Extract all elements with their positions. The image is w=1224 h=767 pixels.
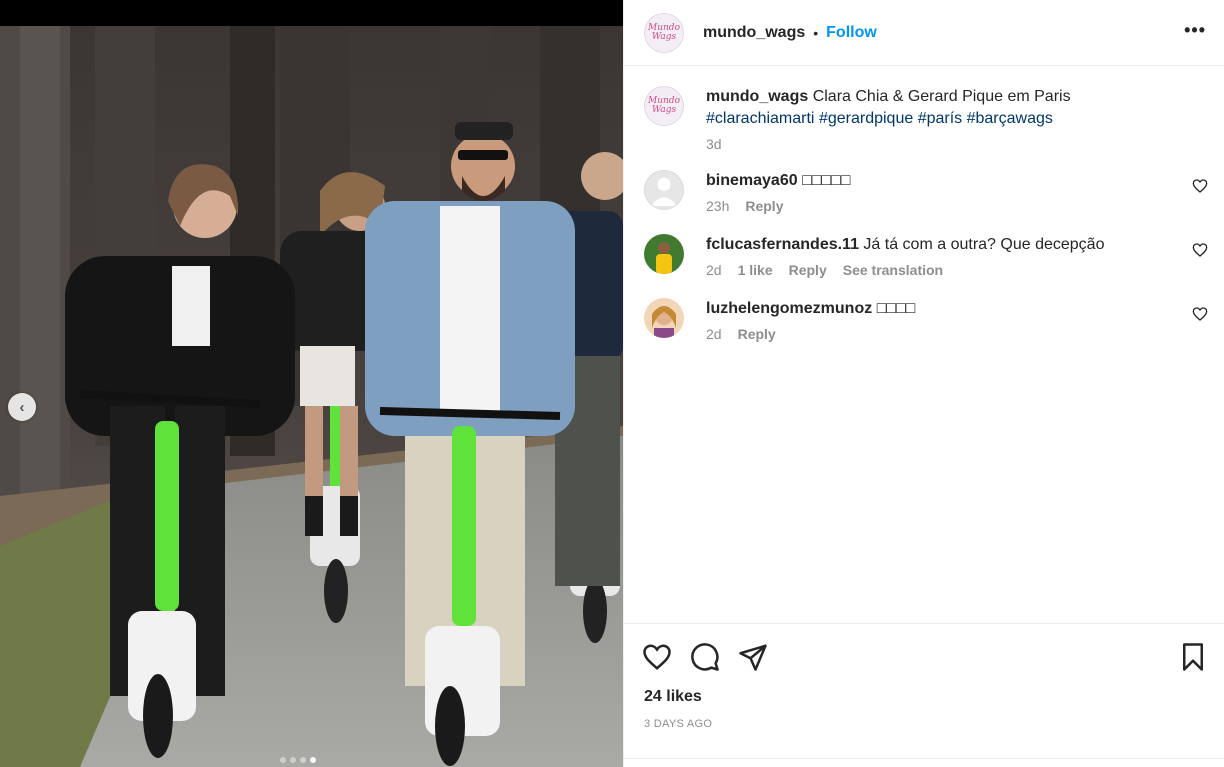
post-actions: 24 likes 3 DAYS AGO xyxy=(624,623,1224,767)
reply-button[interactable]: Reply xyxy=(789,262,827,278)
user-photo-icon xyxy=(644,234,684,274)
comment-body: binemaya60 □□□□□ 23h Reply xyxy=(706,170,1208,214)
post-side-panel: Mundo Wags mundo_wags • Follow ••• Mundo… xyxy=(623,0,1224,767)
comment-likes-count[interactable]: 1 like xyxy=(738,262,773,278)
comment-item: luzhelengomezmunoz □□□□ 2d Reply xyxy=(644,298,1208,342)
comment-time: 2d xyxy=(706,326,722,342)
comment-meta: 2d 1 like Reply See translation xyxy=(706,262,1178,278)
comment-username[interactable]: fclucasfernandes.11 xyxy=(706,236,859,253)
hashtag-link[interactable]: #clarachiamarti xyxy=(706,110,814,127)
comment-item: binemaya60 □□□□□ 23h Reply xyxy=(644,170,1208,214)
caption: Mundo Wags mundo_wags Clara Chia & Gerar… xyxy=(644,86,1208,152)
comment-time: 2d xyxy=(706,262,722,278)
avatar[interactable]: Mundo Wags xyxy=(644,12,684,53)
comment-body: luzhelengomezmunoz □□□□ 2d Reply xyxy=(706,298,1208,342)
caption-content: Clara Chia & Gerard Pique em Paris xyxy=(812,88,1071,105)
comment-content: □□□□ xyxy=(876,300,916,317)
brand-logo-text: Wags xyxy=(651,105,677,115)
comments-list: Mundo Wags mundo_wags Clara Chia & Gerar… xyxy=(624,66,1224,623)
comment-meta: 23h Reply xyxy=(706,198,1178,214)
comment-text: fclucasfernandes.11 Já tá com a outra? Q… xyxy=(706,234,1178,256)
default-avatar-icon xyxy=(650,177,678,207)
action-icon-bar xyxy=(624,624,1224,674)
comment-content: Já tá com a outra? Que decepção xyxy=(863,236,1105,253)
avatar[interactable]: Mundo Wags xyxy=(644,86,684,126)
like-heart-icon[interactable] xyxy=(642,642,672,672)
carousel-dot xyxy=(290,757,296,763)
comment-bubble-icon[interactable] xyxy=(690,642,720,672)
user-photo-icon xyxy=(644,298,684,338)
separator-dot: • xyxy=(813,24,819,41)
comment-content: □□□□□ xyxy=(802,172,851,189)
caption-meta: 3d xyxy=(706,136,1178,152)
chevron-left-icon: ‹ xyxy=(19,398,25,416)
post-header: Mundo Wags mundo_wags • Follow ••• xyxy=(624,0,1224,66)
carousel-dot xyxy=(280,757,286,763)
reply-button[interactable]: Reply xyxy=(745,198,783,214)
like-comment-heart-icon[interactable] xyxy=(1192,306,1208,322)
carousel-dots xyxy=(280,757,316,763)
comment-meta: 2d Reply xyxy=(706,326,1178,342)
bookmark-icon[interactable] xyxy=(1178,642,1208,672)
author-username[interactable]: mundo_wags xyxy=(703,24,805,42)
share-paper-plane-icon[interactable] xyxy=(738,642,768,672)
photo-illustration xyxy=(0,26,623,767)
comment-text: binemaya60 □□□□□ xyxy=(706,170,1178,192)
more-options-icon[interactable]: ••• xyxy=(1184,20,1206,41)
avatar[interactable] xyxy=(644,170,684,210)
carousel-prev-button[interactable]: ‹ xyxy=(8,393,36,421)
avatar[interactable] xyxy=(644,234,684,274)
hashtag-link[interactable]: #parís xyxy=(918,110,962,127)
see-translation-button[interactable]: See translation xyxy=(843,262,943,278)
comment-username[interactable]: luzhelengomezmunoz xyxy=(706,300,872,317)
carousel-dot xyxy=(300,757,306,763)
carousel-dot-active xyxy=(310,757,316,763)
post-photo xyxy=(0,26,623,767)
divider xyxy=(624,758,1224,759)
like-comment-heart-icon[interactable] xyxy=(1192,178,1208,194)
comment-username[interactable]: binemaya60 xyxy=(706,172,798,189)
comment-body: fclucasfernandes.11 Já tá com a outra? Q… xyxy=(706,234,1208,278)
brand-logo-text: Wags xyxy=(651,31,677,42)
follow-button[interactable]: Follow xyxy=(826,24,877,42)
hashtag-link[interactable]: #barçawags xyxy=(967,110,1053,127)
hashtag-link[interactable]: #gerardpique xyxy=(819,110,913,127)
post-timestamp: 3 DAYS AGO xyxy=(644,718,713,730)
comment-text: luzhelengomezmunoz □□□□ xyxy=(706,298,1178,320)
caption-text: mundo_wags Clara Chia & Gerard Pique em … xyxy=(706,86,1178,130)
post-media: ‹ xyxy=(0,0,623,767)
caption-body: mundo_wags Clara Chia & Gerard Pique em … xyxy=(706,86,1208,152)
avatar[interactable] xyxy=(644,298,684,338)
like-comment-heart-icon[interactable] xyxy=(1192,242,1208,258)
caption-username[interactable]: mundo_wags xyxy=(706,88,808,105)
likes-count[interactable]: 24 likes xyxy=(644,688,1224,706)
reply-button[interactable]: Reply xyxy=(738,326,776,342)
caption-time: 3d xyxy=(706,136,722,152)
media-top-bar xyxy=(0,0,623,26)
comment-item: fclucasfernandes.11 Já tá com a outra? Q… xyxy=(644,234,1208,278)
comment-time: 23h xyxy=(706,198,730,214)
